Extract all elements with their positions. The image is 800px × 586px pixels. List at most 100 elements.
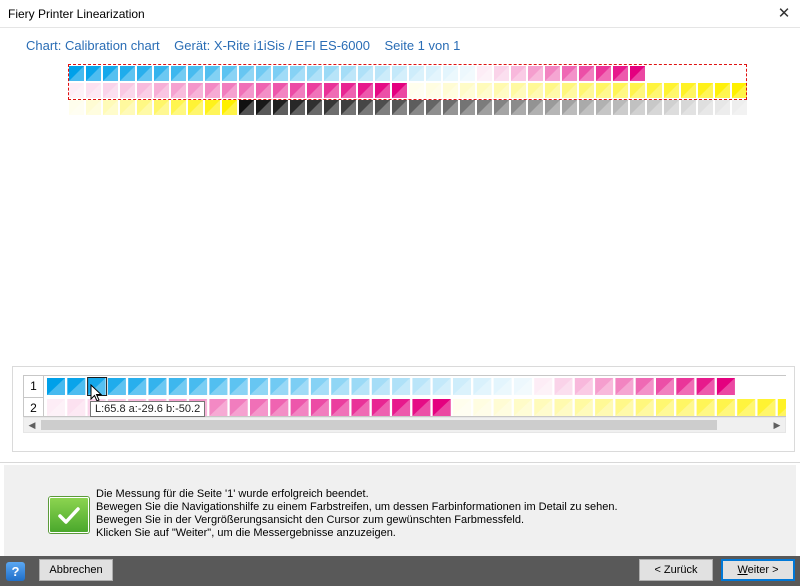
overview-patch-r1-c10[interactable] [222, 66, 237, 81]
overview-patch-r2-c21[interactable] [409, 83, 424, 98]
overview-patch-r1-c26[interactable] [494, 66, 509, 81]
zoom-patch-r2-c19[interactable] [412, 399, 431, 416]
overview-patch-r3-c19[interactable] [375, 100, 390, 115]
zoom-patch-r1-c1[interactable] [47, 378, 65, 395]
zoom-patch-r1-c29[interactable] [615, 378, 634, 395]
zoom-patch-r2-c29[interactable] [615, 399, 634, 416]
zoom-patch-r2-c13[interactable] [290, 399, 309, 416]
overview-patch-r2-c16[interactable] [324, 83, 339, 98]
zoom-patch-r1-c8[interactable] [189, 378, 208, 395]
overview-patch-r2-c27[interactable] [511, 83, 526, 98]
overview-patch-r2-c13[interactable] [273, 83, 288, 98]
zoom-patch-r2-c28[interactable] [595, 399, 614, 416]
overview-patch-r2-c4[interactable] [120, 83, 135, 98]
overview-patch-r1-c8[interactable] [188, 66, 203, 81]
overview-patch-r3-c40[interactable] [732, 100, 747, 115]
overview-patch-r3-c16[interactable] [324, 100, 339, 115]
overview-patch-r1-c12[interactable] [256, 66, 271, 81]
overview-patch-r2-c22[interactable] [426, 83, 441, 98]
overview-patch-r3-c22[interactable] [426, 100, 441, 115]
overview-patch-r1-c6[interactable] [154, 66, 169, 81]
overview-patch-r3-c37[interactable] [681, 100, 696, 115]
overview-patch-r2-c28[interactable] [528, 83, 543, 98]
overview-patch-r2-c36[interactable] [664, 83, 679, 98]
overview-patch-r3-c13[interactable] [273, 100, 288, 115]
zoom-patch-r1-c22[interactable] [473, 378, 492, 395]
zoom-patch-r2-c36[interactable] [757, 399, 776, 416]
scroll-right-icon[interactable]: ▶ [769, 418, 785, 432]
overview-patch-r2-c39[interactable] [715, 83, 730, 98]
overview-patch-r1-c16[interactable] [324, 66, 339, 81]
zoom-patch-r1-c30[interactable] [635, 378, 654, 395]
overview-patch-r3-c5[interactable] [137, 100, 152, 115]
zoom-patch-r1-c17[interactable] [371, 378, 390, 395]
help-icon[interactable]: ? [6, 562, 25, 581]
zoom-patch-r2-c25[interactable] [534, 399, 553, 416]
overview-patch-r2-c17[interactable] [341, 83, 356, 98]
overview-patch-r1-c19[interactable] [375, 66, 390, 81]
overview-patch-r3-c35[interactable] [647, 100, 662, 115]
zoom-patch-r1-c25[interactable] [534, 378, 553, 395]
zoom-patch-r2-c34[interactable] [716, 399, 735, 416]
zoom-patch-r1-c11[interactable] [250, 378, 268, 395]
overview-patch-r3-c6[interactable] [154, 100, 169, 115]
overview-patch-r3-c20[interactable] [392, 100, 407, 115]
overview-patch-r3-c26[interactable] [494, 100, 509, 115]
overview-patch-r2-c8[interactable] [188, 83, 203, 98]
overview-patch-r1-c24[interactable] [460, 66, 475, 81]
zoom-patch-r1-c20[interactable] [432, 378, 451, 395]
overview-patch-r1-c20[interactable] [392, 66, 407, 81]
overview-patch-r1-c31[interactable] [579, 66, 594, 81]
overview-patch-r3-c33[interactable] [613, 100, 628, 115]
overview-patch-r1-c33[interactable] [613, 66, 628, 81]
overview-patch-r3-c28[interactable] [528, 100, 543, 115]
zoom-patch-r1-c23[interactable] [493, 378, 512, 395]
overview-patch-r3-c32[interactable] [596, 100, 611, 115]
overview-patch-r3-c7[interactable] [171, 100, 186, 115]
overview-patch-r2-c33[interactable] [613, 83, 628, 98]
overview-patch-r3-c1[interactable] [69, 100, 84, 115]
overview-patch-r3-c31[interactable] [579, 100, 594, 115]
overview-patch-r1-c9[interactable] [205, 66, 220, 81]
back-button[interactable]: < Zurück [639, 559, 713, 581]
overview-patch-r1-c18[interactable] [358, 66, 373, 81]
close-icon[interactable]: ✕ [768, 0, 800, 28]
zoom-patch-r1-c9[interactable] [209, 378, 228, 395]
overview-patch-r3-c21[interactable] [409, 100, 424, 115]
overview-patch-r1-c21[interactable] [409, 66, 424, 81]
overview-patch-r3-c29[interactable] [545, 100, 560, 115]
overview-patch-r2-c23[interactable] [443, 83, 458, 98]
overview-patch-r2-c14[interactable] [290, 83, 305, 98]
overview-patch-r1-c14[interactable] [290, 66, 305, 81]
zoom-patch-r2-c26[interactable] [554, 399, 573, 416]
zoom-patch-r2-c22[interactable] [473, 399, 492, 416]
overview-patch-r1-c5[interactable] [137, 66, 152, 81]
overview-patch-r3-c12[interactable] [256, 100, 271, 115]
zoom-patch-r2-c15[interactable] [331, 399, 350, 416]
zoom-patch-r1-c24[interactable] [513, 378, 532, 395]
overview-patch-r2-c32[interactable] [596, 83, 611, 98]
zoom-patch-r2-c21[interactable] [453, 399, 471, 416]
overview-patch-r2-c40[interactable] [732, 83, 747, 98]
scroll-left-icon[interactable]: ◀ [24, 418, 40, 432]
zoom-patch-r2-c20[interactable] [432, 399, 451, 416]
overview-patch-r2-c9[interactable] [205, 83, 220, 98]
zoom-patch-r2-c12[interactable] [270, 399, 289, 416]
overview-patch-r1-c29[interactable] [545, 66, 560, 81]
overview-patch-r2-c31[interactable] [579, 83, 594, 98]
overview-patch-r1-c27[interactable] [511, 66, 526, 81]
overview-patch-r1-c28[interactable] [528, 66, 543, 81]
overview-patch-r1-c2[interactable] [86, 66, 101, 81]
overview-patch-r1-c11[interactable] [239, 66, 254, 81]
overview-patch-r2-c37[interactable] [681, 83, 696, 98]
zoom-patch-r1-c13[interactable] [290, 378, 309, 395]
overview-patch-r3-c8[interactable] [188, 100, 203, 115]
zoom-patch-r1-c32[interactable] [676, 378, 695, 395]
zoom-patch-r1-c2[interactable] [67, 378, 86, 395]
zoom-patch-r2-c37[interactable] [777, 399, 786, 416]
overview-patch-r2-c26[interactable] [494, 83, 509, 98]
zoom-patch-r2-c2[interactable] [67, 399, 86, 416]
navigation-rectangle[interactable] [68, 64, 747, 100]
overview-patch-r2-c18[interactable] [358, 83, 373, 98]
overview-patch-r3-c18[interactable] [358, 100, 373, 115]
